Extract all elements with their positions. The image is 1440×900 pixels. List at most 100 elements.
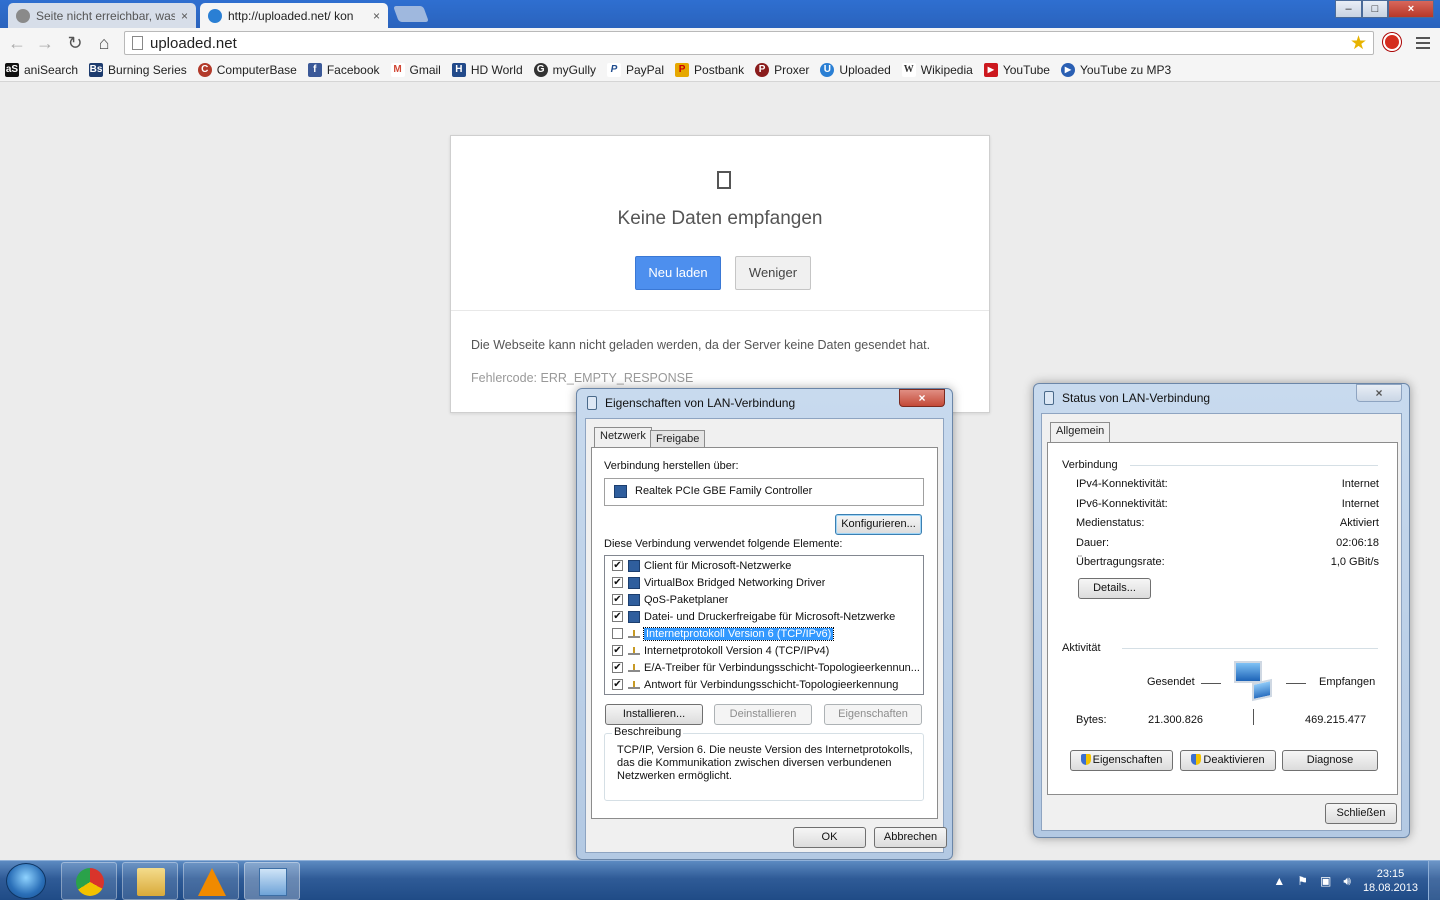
bookmark-youtube[interactable]: ▶ YouTube [983,62,1050,77]
tab-netzwerk[interactable]: Netzwerk [594,427,652,447]
list-item[interactable]: ✔ Datei- und Druckerfreigabe für Microsof… [605,608,923,625]
uninstall-button[interactable]: Deinstallieren [714,704,812,725]
dialog-close-button[interactable]: × [1356,384,1402,402]
show-desktop-button[interactable] [1428,861,1440,900]
start-button-windows-icon[interactable] [6,863,46,899]
divider [1122,648,1378,649]
show-hidden-icons-icon[interactable]: ▲ [1273,874,1285,888]
back-button[interactable]: ← [6,32,28,54]
cancel-button[interactable]: Abbrechen [874,827,947,848]
extension-power-icon[interactable] [1383,33,1401,51]
list-item[interactable]: ✔ Client für Microsoft-Netzwerke [605,557,923,574]
facebook-icon: f [307,62,322,77]
diagnose-button[interactable]: Diagnose [1282,750,1378,771]
checkbox[interactable]: ✔ [612,645,623,656]
install-button[interactable]: Installieren... [605,704,703,725]
window-close-button[interactable]: × [1388,0,1434,18]
bookmark-youtube-mp3[interactable]: ▶ YouTube zu MP3 [1060,62,1171,77]
bookmark-facebook[interactable]: f Facebook [307,62,380,77]
clock[interactable]: 23:15 18.08.2013 [1363,867,1418,895]
bookmark-postbank[interactable]: P Postbank [675,62,744,77]
list-item[interactable]: ✔ Internetprotokoll Version 4 (TCP/IPv4) [605,642,923,659]
details-button[interactable]: Details... [1078,578,1151,599]
less-details-button[interactable]: Weniger [735,256,811,290]
bookmark-mygully[interactable]: GmyGully [533,62,596,77]
list-item[interactable]: ✔ Antwort für Verbindungsschicht-Topologi… [605,676,923,693]
new-tab-button[interactable] [393,6,429,22]
bookmark-wikipedia[interactable]: W Wikipedia [901,62,973,77]
forward-button[interactable]: → [34,32,56,54]
checkbox[interactable]: ✔ [612,594,623,605]
home-button[interactable]: ⌂ [93,32,115,54]
connect-using-label: Verbindung herstellen über: [604,460,739,472]
minimize-button[interactable]: – [1335,0,1362,18]
dialog-close-button[interactable]: × [899,389,945,407]
network-tray-icon[interactable]: ▣ [1320,874,1331,888]
ok-button[interactable]: OK [793,827,866,848]
bytes-received-value: 469.215.477 [1305,714,1367,726]
reload-page-button[interactable]: Neu laden [635,256,721,290]
configure-button[interactable]: Konfigurieren... [835,514,922,535]
tab-freigabe[interactable]: Freigabe [650,430,706,447]
tab-seite-nicht-erreichbar[interactable]: Seite nicht erreichbar, was × [8,3,196,28]
bookmark-uploaded[interactable]: U Uploaded [820,62,891,77]
list-item[interactable]: ✔ VirtualBox Bridged Networking Driver [605,574,923,591]
hd-world-icon: H [451,62,466,77]
tab-uploaded[interactable]: http://uploaded.net/ kon × [200,3,388,28]
list-item[interactable]: ✔ E/A-Treiber für Verbindungsschicht-Topo… [605,659,923,676]
tab-close-icon[interactable]: × [373,9,380,23]
bookmark-anisearch[interactable]: aS aniSearch [5,62,78,77]
error-code: Fehlercode: ERR_EMPTY_RESPONSE [471,371,694,385]
description-groupbox: Beschreibung TCP/IP, Version 6. Die neus… [604,726,924,801]
bookmark-proxer[interactable]: P Proxer [755,62,809,77]
reload-button[interactable]: ↻ [64,32,86,54]
bytes-label: Bytes: [1076,714,1107,726]
browser-titlebar: Seite nicht erreichbar, was × http://upl… [0,0,1440,28]
status-properties-button[interactable]: Eigenschaften [1070,750,1173,771]
bookmark-computerbase[interactable]: C ComputerBase [197,62,297,77]
checkbox[interactable]: ✔ [612,611,623,622]
item-properties-button[interactable]: Eigenschaften [824,704,922,725]
tab-close-icon[interactable]: × [181,9,188,23]
dialog-title: Eigenschaften von LAN-Verbindung [605,396,796,410]
checkbox[interactable]: ✔ [612,577,623,588]
list-item[interactable]: ✔ QoS-Paketplaner [605,591,923,608]
list-item-selected[interactable]: Internetprotokoll Version 6 (TCP/IPv6) [605,625,923,642]
disable-button[interactable]: Deaktivieren [1180,750,1276,771]
volume-icon[interactable]: 🔊︎ [1343,874,1351,889]
bookmark-hd-world[interactable]: H HD World [451,62,523,77]
checkbox[interactable]: ✔ [612,662,623,673]
address-bar[interactable]: uploaded.net ★ [124,31,1374,55]
protocol-icon [628,629,640,638]
bookmark-gmail[interactable]: M Gmail [390,62,441,77]
mygully-icon: G [533,62,548,77]
chrome-menu-icon[interactable] [1416,34,1430,50]
bookmark-star-icon[interactable]: ★ [1350,32,1367,55]
checkbox[interactable]: ✔ [612,560,623,571]
maximize-button[interactable]: □ [1362,0,1388,18]
wikipedia-icon: W [901,62,916,77]
items-label: Diese Verbindung verwendet folgende Elem… [604,538,843,550]
browser-toolbar: ← → ↻ ⌂ uploaded.net ★ [0,28,1440,58]
components-list[interactable]: ✔ Client für Microsoft-Netzwerke ✔ Virtual… [604,555,924,695]
close-status-button[interactable]: Schließen [1325,803,1397,824]
action-center-flag-icon[interactable]: ⚑ [1297,874,1308,888]
page-favicon-icon [16,8,30,23]
gmail-icon: M [390,62,405,77]
vlc-taskbar-button[interactable] [183,862,239,900]
tab-allgemein[interactable]: Allgemein [1050,422,1111,442]
checkbox[interactable] [612,628,623,639]
ipv4-label: IPv4-Konnektivität: [1076,478,1168,490]
uac-shield-icon [1191,754,1202,765]
vlc-icon [198,868,226,896]
network-connections-icon [259,868,287,896]
lan-properties-dialog: Eigenschaften von LAN-Verbindung × Netzw… [576,388,953,860]
bookmark-paypal[interactable]: P PayPal [607,62,664,77]
chrome-taskbar-button[interactable] [61,862,117,900]
lan-status-dialog: Status von LAN-Verbindung × Allgemein Ve… [1033,383,1410,838]
explorer-taskbar-button[interactable] [122,862,178,900]
bookmarks-bar: aS aniSearch Bs Burning Series C ComputerBa… [0,58,1440,82]
bookmark-burning-series[interactable]: Bs Burning Series [89,62,187,77]
checkbox[interactable]: ✔ [612,679,623,690]
network-taskbar-button[interactable] [244,862,300,900]
